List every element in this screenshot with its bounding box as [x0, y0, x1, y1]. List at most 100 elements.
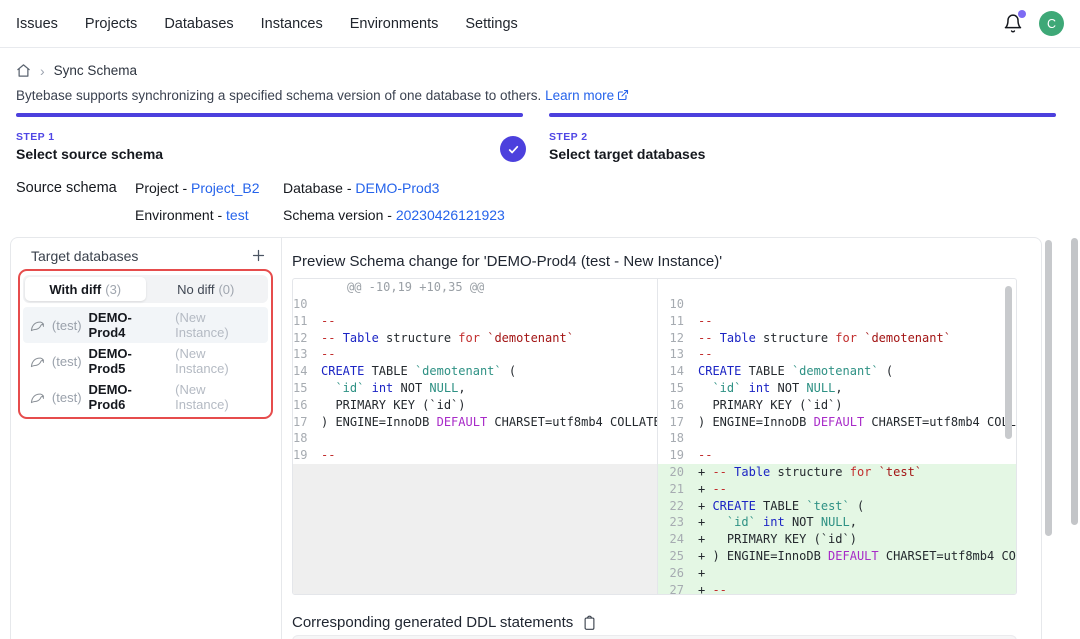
- nav-item-projects[interactable]: Projects: [85, 16, 137, 32]
- mysql-icon: [30, 355, 45, 368]
- diff-pane-original: @@ -10,19 +10,35 @@ 1011--12-- Table str…: [293, 279, 657, 594]
- target-databases-title: Target databases: [31, 248, 138, 264]
- code-line-left-11: 11--: [293, 313, 657, 330]
- mysql-icon: [30, 319, 45, 332]
- editor-scrollbar[interactable]: [1005, 286, 1012, 439]
- line-number: 25: [658, 548, 698, 565]
- source-schema-fields: Project - Project_B2 Database - DEMO-Pro…: [135, 180, 505, 223]
- schema-diff-editor[interactable]: @@ -10,19 +10,35 @@ 1011--12-- Table str…: [292, 278, 1017, 595]
- step1-label: STEP 1: [16, 131, 163, 143]
- db-note: (New Instance): [175, 346, 262, 376]
- db-note: (New Instance): [175, 382, 262, 412]
- step2-label: STEP 2: [549, 131, 705, 143]
- project-link[interactable]: Project_B2: [191, 180, 259, 196]
- schema-version-link[interactable]: 20230426121923: [396, 207, 505, 223]
- notification-dot: [1018, 10, 1026, 18]
- top-nav: Issues Projects Databases Instances Environm…: [0, 0, 1080, 48]
- environment-link[interactable]: test: [226, 207, 249, 223]
- tab-label: No diff: [177, 282, 214, 297]
- step2-title: Select target databases: [549, 146, 705, 162]
- chevron-right-icon: ›: [40, 64, 45, 78]
- line-number: 10: [658, 296, 698, 313]
- db-environment: (test): [52, 318, 82, 333]
- target-list-highlight-box: With diff(3)No diff(0) (test)DEMO-Prod4(…: [18, 269, 273, 419]
- step1-completed-check: [500, 136, 526, 162]
- code-line-left-14: 14CREATE TABLE `demotenant` (: [293, 363, 657, 380]
- code-line-right-22: 22+ CREATE TABLE `test` (: [658, 498, 1017, 515]
- line-number: 14: [293, 363, 321, 380]
- intro-text: Bytebase supports synchronizing a specif…: [16, 88, 629, 104]
- home-icon[interactable]: [16, 63, 31, 78]
- add-target-database-button[interactable]: [250, 247, 267, 264]
- target-database-row-demo-prod5[interactable]: (test)DEMO-Prod5(New Instance): [23, 343, 268, 379]
- step2-progress-bar: [549, 113, 1056, 117]
- database-link[interactable]: DEMO-Prod3: [355, 180, 439, 196]
- line-content: ) ENGINE=InnoDB DEFAULT CHARSET=utf8mb4 …: [698, 415, 1017, 429]
- db-environment: (test): [52, 390, 82, 405]
- line-content: --: [321, 314, 335, 328]
- diff-placeholder-region: [293, 464, 657, 594]
- line-content: --: [698, 314, 712, 328]
- line-content: `id` int NOT NULL,: [321, 381, 466, 395]
- target-database-list: (test)DEMO-Prod4(New Instance)(test)DEMO…: [23, 307, 268, 415]
- nav-item-instances[interactable]: Instances: [261, 16, 323, 32]
- code-line-left-13: 13--: [293, 346, 657, 363]
- code-line-right-23: 23+ `id` int NOT NULL,: [658, 514, 1017, 531]
- line-content: + --: [698, 583, 727, 594]
- line-content: PRIMARY KEY (`id`): [321, 398, 466, 412]
- line-content: --: [698, 347, 712, 361]
- target-database-row-demo-prod6[interactable]: (test)DEMO-Prod6(New Instance): [23, 379, 268, 415]
- line-number: 18: [658, 430, 698, 447]
- code-line-right-27: 27+ --: [658, 582, 1017, 594]
- line-content: --: [698, 448, 712, 462]
- code-line-left-15: 15 `id` int NOT NULL,: [293, 380, 657, 397]
- line-content: + CREATE TABLE `test` (: [698, 499, 864, 513]
- code-line-left-17: 17) ENGINE=InnoDB DEFAULT CHARSET=utf8mb…: [293, 414, 657, 431]
- code-line-right-12: 12-- Table structure for `demotenant`: [658, 330, 1017, 347]
- tab-with-diff[interactable]: With diff(3): [25, 277, 146, 301]
- line-content: -- Table structure for `demotenant`: [321, 331, 574, 345]
- target-database-row-demo-prod4[interactable]: (test)DEMO-Prod4(New Instance): [23, 307, 268, 343]
- target-databases-panel: Target databases With diff(3)No diff(0) …: [11, 238, 282, 639]
- content-scrollbar[interactable]: [1045, 240, 1052, 536]
- nav-item-databases[interactable]: Databases: [164, 16, 233, 32]
- check-icon: [507, 143, 520, 156]
- nav-item-issues[interactable]: Issues: [16, 16, 58, 32]
- ddl-editor-top-edge: [292, 635, 1017, 639]
- notifications-button[interactable]: [1003, 13, 1025, 35]
- line-content: + --: [698, 482, 727, 496]
- copy-ddl-button[interactable]: [582, 615, 597, 631]
- line-content: --: [321, 347, 335, 361]
- line-content: + PRIMARY KEY (`id`): [698, 532, 857, 546]
- line-number: 16: [658, 397, 698, 414]
- step1-title: Select source schema: [16, 146, 163, 162]
- tab-count: (3): [105, 282, 121, 297]
- main-container: Target databases With diff(3)No diff(0) …: [10, 237, 1042, 639]
- code-line-right-25: 25+ ) ENGINE=InnoDB DEFAULT CHARSET=utf8…: [658, 548, 1017, 565]
- source-schema-label: Source schema: [16, 180, 117, 196]
- line-content: +: [698, 566, 705, 580]
- intro-sentence: Bytebase supports synchronizing a specif…: [16, 88, 541, 103]
- line-number: 12: [658, 330, 698, 347]
- code-line-right-10: 10: [658, 296, 1017, 313]
- nav-item-settings[interactable]: Settings: [465, 16, 517, 32]
- avatar[interactable]: C: [1039, 11, 1064, 36]
- nav-item-environments[interactable]: Environments: [350, 16, 439, 32]
- line-content: CREATE TABLE `demotenant` (: [698, 364, 893, 378]
- ddl-title: Corresponding generated DDL statements: [292, 614, 573, 631]
- line-number: 11: [293, 313, 321, 330]
- line-number: 19: [658, 447, 698, 464]
- page-scrollbar[interactable]: [1071, 238, 1078, 525]
- code-line-right-11: 11--: [658, 313, 1017, 330]
- line-number: 20: [658, 464, 698, 481]
- diff-hunk-header: @@ -10,19 +10,35 @@: [293, 279, 657, 296]
- db-note: (New Instance): [175, 310, 262, 340]
- external-link-icon: [617, 89, 629, 104]
- preview-title: Preview Schema change for 'DEMO-Prod4 (t…: [292, 253, 722, 270]
- tab-no-diff[interactable]: No diff(0): [146, 277, 267, 301]
- line-number: 26: [658, 565, 698, 582]
- diff-tabs: With diff(3)No diff(0): [23, 275, 268, 303]
- line-number: 14: [658, 363, 698, 380]
- learn-more-link[interactable]: Learn more: [545, 88, 629, 103]
- code-line-left-16: 16 PRIMARY KEY (`id`): [293, 397, 657, 414]
